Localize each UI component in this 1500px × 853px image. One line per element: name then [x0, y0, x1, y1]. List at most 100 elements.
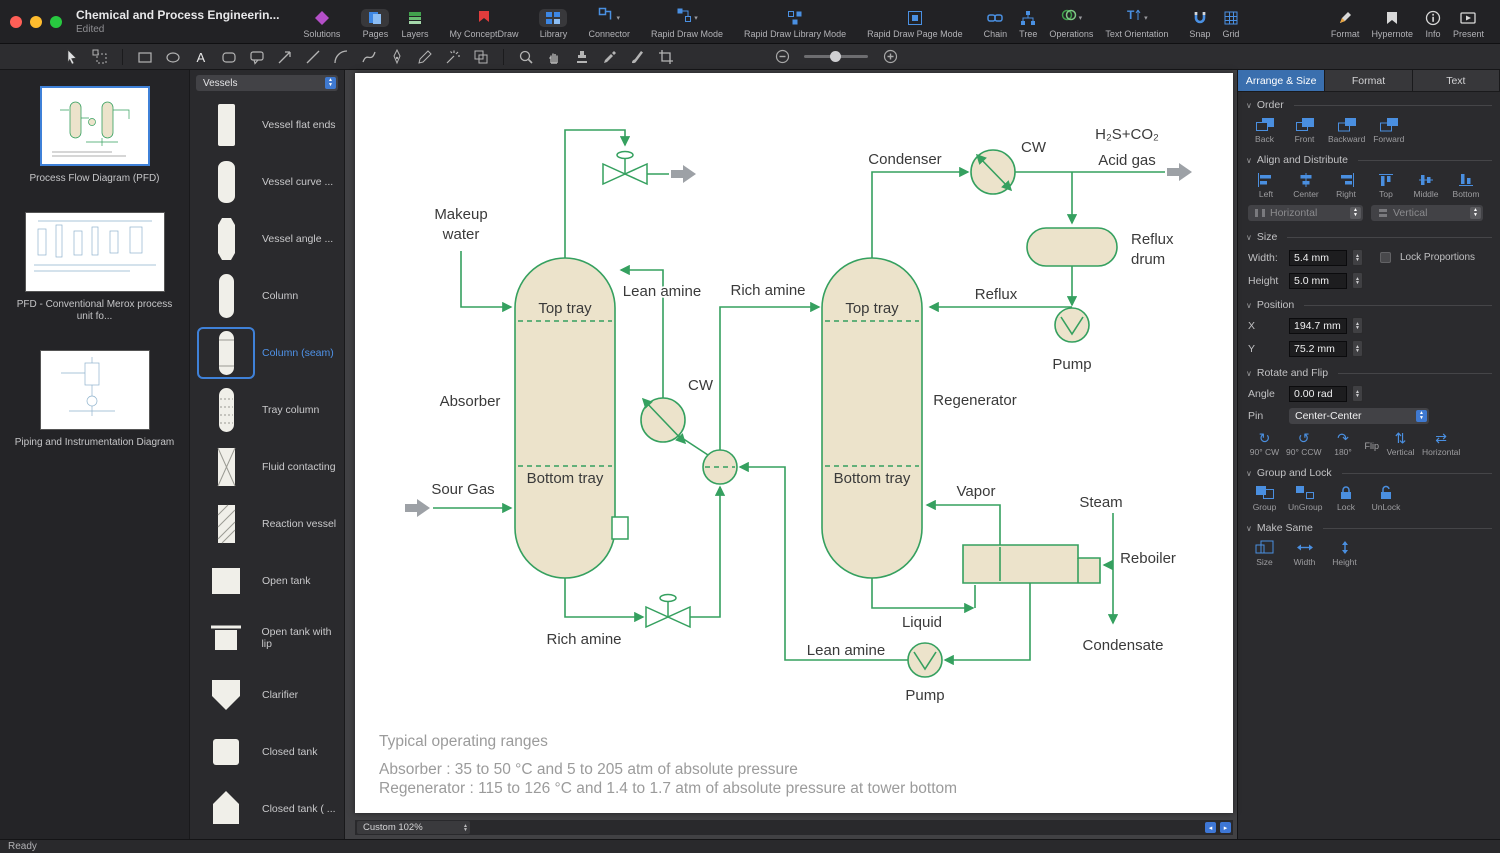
distribute-horizontal-select[interactable]: Horizontal ▲▼ — [1248, 205, 1363, 221]
flip-vertical-button[interactable]: ⇅Vertical — [1384, 430, 1417, 457]
label-regenerator-bottom-tray[interactable]: Bottom tray — [834, 470, 911, 487]
page-thumbnail-label[interactable]: Piping and Instrumentation Diagram — [15, 437, 175, 450]
library-item-clarifier[interactable]: Clarifier — [190, 666, 344, 723]
section-align-distribute[interactable]: ∨Align and Distribute — [1238, 147, 1500, 169]
stream-arrow-acid-gas[interactable] — [1167, 163, 1192, 181]
label-reflux-drum-1[interactable]: Reflux — [1131, 231, 1174, 248]
label-regenerator[interactable]: Regenerator — [933, 392, 1016, 409]
lean-amine-pump[interactable] — [908, 643, 942, 677]
rounded-rectangle-tool[interactable] — [221, 49, 237, 65]
label-reflux-pump[interactable]: Pump — [1052, 356, 1091, 373]
rotate-90-cw-button[interactable]: ↻90° CW — [1248, 430, 1281, 457]
width-stepper[interactable]: ▲▼ — [1352, 249, 1363, 266]
transform-tool[interactable] — [92, 49, 108, 65]
label-rich-amine-bottom[interactable]: Rich amine — [546, 631, 621, 648]
control-valve-overhead[interactable] — [603, 152, 647, 185]
align-top-button[interactable]: Top — [1368, 172, 1404, 199]
align-right-button[interactable]: Right — [1328, 172, 1364, 199]
library-item-reaction-vessel[interactable]: Reaction vessel — [190, 495, 344, 552]
callout-tool[interactable] — [249, 49, 265, 65]
control-valve-rich-amine[interactable] — [646, 595, 690, 628]
label-cw-cooler[interactable]: CW — [688, 377, 714, 394]
align-center-button[interactable]: Center — [1288, 172, 1324, 199]
label-makeup-water-1[interactable]: Makeup — [434, 206, 487, 223]
line-tool[interactable] — [305, 49, 321, 65]
crop-tool[interactable] — [658, 49, 674, 65]
toolbar-button-rapid-draw-library-mode[interactable]: Rapid Draw Library Mode — [744, 9, 846, 39]
order-front-button[interactable]: Front — [1288, 117, 1321, 144]
zoom-tool[interactable] — [518, 49, 534, 65]
toolbar-button-chain[interactable]: Chain — [984, 9, 1008, 39]
toolbar-button-library[interactable]: Library — [539, 9, 567, 39]
shape-combine-tool[interactable] — [473, 49, 489, 65]
label-absorber[interactable]: Absorber — [440, 393, 501, 410]
toolbar-button-hypernote[interactable]: Hypernote — [1371, 9, 1413, 39]
library-item-open-tank-with-lip[interactable]: Open tank with lip — [190, 609, 344, 666]
select-tool[interactable] — [64, 49, 80, 65]
toolbar-button-present[interactable]: Present — [1453, 9, 1484, 39]
section-size[interactable]: ∨Size — [1238, 224, 1500, 246]
rotate-90-ccw-button[interactable]: ↺90° CCW — [1286, 430, 1322, 457]
page-thumbnail-label[interactable]: Process Flow Diagram (PFD) — [29, 173, 159, 186]
toolbar-button-connector[interactable]: ▾ Connector — [588, 9, 630, 39]
order-backward-button[interactable]: Backward — [1328, 117, 1365, 144]
section-rotate-flip[interactable]: ∨Rotate and Flip — [1238, 360, 1500, 382]
toolbar-button-info[interactable]: Info — [1425, 9, 1441, 39]
section-order[interactable]: ∨Order — [1238, 92, 1500, 114]
label-vapor[interactable]: Vapor — [957, 483, 996, 500]
page-thumbnail-merox[interactable] — [25, 212, 165, 292]
angle-field[interactable]: 0.00 rad — [1289, 386, 1347, 402]
pen-tool[interactable] — [389, 49, 405, 65]
toolbar-button-solutions[interactable]: Solutions — [303, 9, 340, 39]
page-thumbnail-label[interactable]: PFD - Conventional Merox process unit fo… — [10, 299, 179, 324]
magic-wand-tool[interactable] — [445, 49, 461, 65]
tab-text[interactable]: Text — [1413, 70, 1500, 91]
eyedropper-tool[interactable] — [602, 49, 618, 65]
library-item-tray-column[interactable]: Tray column — [190, 381, 344, 438]
label-cw-condenser[interactable]: CW — [1021, 139, 1047, 156]
label-reboiler[interactable]: Reboiler — [1120, 550, 1176, 567]
library-item-column-seam[interactable]: Column (seam) — [190, 324, 344, 381]
note-absorber-range[interactable]: Absorber : 35 to 50 °C and 5 to 205 atm … — [379, 761, 798, 778]
arc-tool[interactable] — [333, 49, 349, 65]
label-lean-amine-pump[interactable]: Pump — [905, 687, 944, 704]
canvas-zoom-select[interactable]: Custom 102% ▲▼ — [357, 821, 470, 834]
zoom-slider-knob[interactable] — [830, 51, 841, 62]
reboiler-vessel[interactable] — [963, 545, 1100, 583]
note-regenerator-range[interactable]: Regenerator : 115 to 126 °C and 1.4 to 1… — [379, 780, 957, 797]
close-window-button[interactable] — [10, 16, 22, 28]
curve-tool[interactable] — [361, 49, 377, 65]
section-make-same[interactable]: ∨Make Same — [1238, 515, 1500, 537]
zoom-out-button[interactable] — [774, 49, 790, 65]
y-position-stepper[interactable]: ▲▼ — [1352, 340, 1363, 357]
library-item-vessel-flat-ends[interactable]: Vessel flat ends — [190, 96, 344, 153]
width-field[interactable]: 5.4 mm — [1289, 250, 1347, 266]
label-reflux-drum-2[interactable]: drum — [1131, 251, 1165, 268]
toolbar-button-rapid-draw-mode[interactable]: ▾ Rapid Draw Mode — [651, 9, 723, 39]
order-forward-button[interactable]: Forward — [1372, 117, 1405, 144]
ungroup-button[interactable]: UnGroup — [1288, 485, 1323, 512]
toolbar-button-format[interactable]: Format — [1331, 9, 1360, 39]
lock-proportions-checkbox[interactable] — [1380, 252, 1391, 263]
label-sour-gas[interactable]: Sour Gas — [431, 481, 494, 498]
unlock-button[interactable]: UnLock — [1370, 485, 1403, 512]
tab-format[interactable]: Format — [1325, 70, 1412, 91]
toolbar-button-tree[interactable]: Tree — [1019, 9, 1037, 39]
library-item-closed-tank[interactable]: Closed tank — [190, 723, 344, 780]
make-same-width-button[interactable]: Width — [1288, 540, 1321, 567]
scroll-left-button[interactable]: ◂ — [1205, 822, 1216, 833]
toolbar-button-layers[interactable]: Layers — [401, 9, 428, 39]
reflux-pump[interactable] — [1055, 308, 1089, 342]
zoom-slider[interactable] — [804, 55, 868, 58]
ellipse-tool[interactable] — [165, 49, 181, 65]
page-thumbnail-pid[interactable] — [40, 350, 150, 430]
make-same-size-button[interactable]: Size — [1248, 540, 1281, 567]
tab-arrange-and-size[interactable]: Arrange & Size — [1238, 70, 1325, 91]
label-absorber-bottom-tray[interactable]: Bottom tray — [527, 470, 604, 487]
brush-tool[interactable] — [630, 49, 646, 65]
toolbar-button-text-orientation[interactable]: T▾ Text Orientation — [1105, 9, 1168, 39]
library-item-fluid-contacting[interactable]: Fluid contacting — [190, 438, 344, 495]
distribute-vertical-select[interactable]: Vertical ▲▼ — [1371, 205, 1483, 221]
label-lean-amine-top[interactable]: Lean amine — [623, 283, 701, 300]
order-back-button[interactable]: Back — [1248, 117, 1281, 144]
